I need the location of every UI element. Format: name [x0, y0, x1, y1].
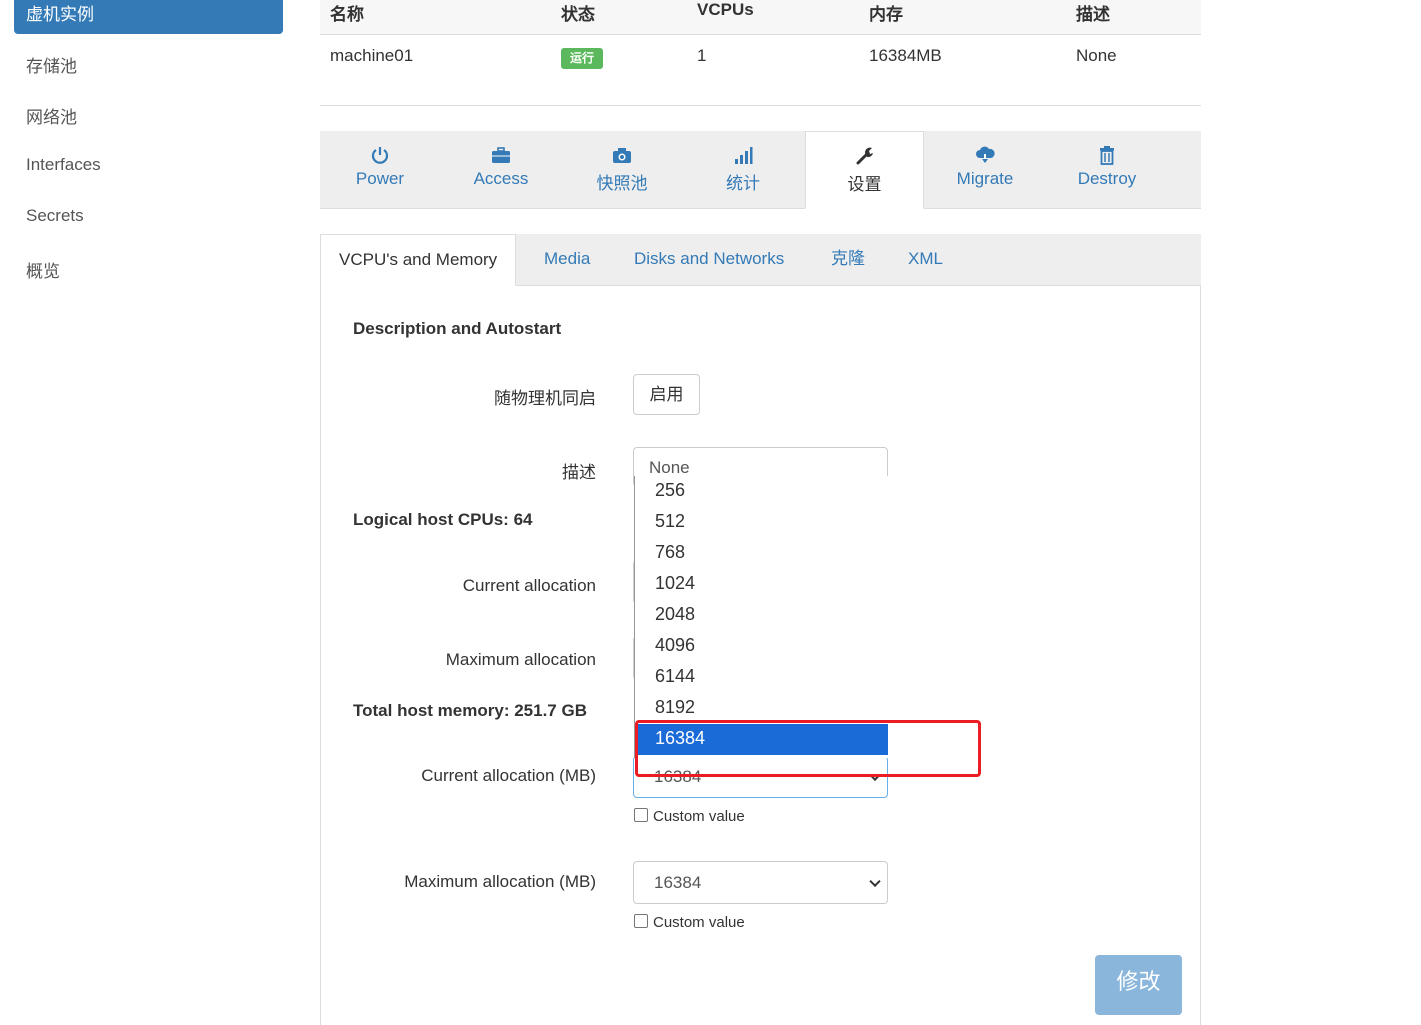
mem-max-custom-checkbox[interactable] — [634, 914, 648, 928]
header-vcpus: VCPUs — [697, 0, 754, 19]
mem-max-value: 16384 — [654, 873, 702, 892]
dropdown-option[interactable]: 6144 — [635, 662, 888, 693]
tab-media[interactable]: Media — [544, 234, 590, 286]
tab-migrate[interactable]: Migrate — [925, 131, 1045, 209]
tab-xml[interactable]: XML — [908, 234, 943, 286]
tab-snapshots[interactable]: 快照池 — [562, 131, 682, 209]
dropdown-option[interactable]: 2048 — [635, 600, 888, 631]
tab-label: 设置 — [847, 175, 882, 194]
instance-name: machine01 — [330, 46, 414, 65]
logical-cpus-text: Logical host CPUs: 64 — [353, 510, 533, 529]
sidebar-item-interfaces[interactable]: Interfaces — [26, 155, 101, 175]
mem-current-custom-checkbox[interactable] — [634, 808, 648, 822]
tab-clone[interactable]: 克隆 — [831, 234, 865, 286]
dropdown-option[interactable]: 768 — [635, 538, 888, 569]
divider — [320, 105, 1201, 106]
divider — [320, 34, 1201, 35]
instance-vcpus: 1 — [697, 46, 707, 65]
tab-label: 统计 — [726, 174, 760, 193]
header-description: 描述 — [1076, 5, 1110, 24]
instance-memory: 16384MB — [869, 46, 942, 65]
mem-max-select[interactable]: 16384 — [633, 861, 888, 904]
camera-icon — [613, 148, 631, 163]
dropdown-option[interactable]: 4096 — [635, 631, 888, 662]
dropdown-option[interactable]: 256 — [635, 476, 888, 507]
tab-label: Destroy — [1077, 169, 1137, 188]
instance-description: None — [1076, 46, 1117, 65]
mem-current-label: Current allocation (MB) — [421, 766, 596, 785]
tab-access[interactable]: Access — [441, 131, 561, 209]
description-label: 描述 — [562, 463, 596, 482]
tab-disks-networks[interactable]: Disks and Networks — [634, 234, 784, 286]
custom-value-label: Custom value — [653, 808, 745, 825]
tab-stats[interactable]: 统计 — [683, 131, 803, 209]
tab-label: Power — [355, 169, 405, 188]
cloud-download-icon — [976, 146, 995, 163]
autostart-button[interactable]: 启用 — [633, 374, 700, 415]
autostart-label: 随物理机同启 — [494, 389, 596, 408]
dropdown-option[interactable]: 512 — [635, 507, 888, 538]
cpu-current-label: Current allocation — [462, 576, 596, 595]
table-header — [320, 0, 1201, 34]
cpu-max-label: Maximum allocation — [445, 650, 596, 669]
tab-label: Migrate — [956, 169, 1014, 188]
sidebar-item-instances[interactable]: 虚机实例 — [14, 0, 283, 34]
sidebar-item-secrets[interactable]: Secrets — [26, 206, 84, 226]
header-name: 名称 — [330, 5, 364, 24]
total-memory-text: Total host memory: 251.7 GB — [353, 701, 587, 720]
briefcase-icon — [492, 147, 510, 163]
tab-settings[interactable]: 设置 — [805, 131, 924, 209]
wrench-icon — [856, 147, 873, 165]
bar-chart-icon — [735, 147, 753, 164]
tab-label: Access — [473, 169, 529, 188]
header-status: 状态 — [561, 5, 595, 24]
chevron-down-icon — [869, 875, 881, 887]
header-memory: 内存 — [869, 5, 903, 24]
power-icon — [371, 147, 389, 164]
section-title: Description and Autostart — [353, 319, 562, 338]
sidebar-item-overview[interactable]: 概览 — [26, 257, 60, 282]
status-badge: 运行 — [561, 48, 603, 69]
tab-power[interactable]: Power — [320, 131, 440, 209]
custom-value-label: Custom value — [653, 914, 745, 931]
dropdown-option[interactable]: 1024 — [635, 569, 888, 600]
submit-button[interactable]: 修改 — [1095, 955, 1182, 1015]
tab-destroy[interactable]: Destroy — [1047, 131, 1167, 209]
annotation-highlight-box — [635, 720, 981, 777]
tab-vcpu-memory[interactable]: VCPU's and Memory — [320, 234, 517, 286]
mem-max-label: Maximum allocation (MB) — [404, 872, 596, 891]
memory-dropdown-list: 256 512 768 1024 2048 4096 6144 8192 163… — [634, 476, 888, 758]
trash-icon — [1100, 146, 1114, 165]
sidebar-item-network-pool[interactable]: 网络池 — [26, 103, 77, 128]
sidebar-item-storage-pool[interactable]: 存储池 — [26, 52, 77, 77]
tab-label: 快照池 — [596, 174, 648, 193]
